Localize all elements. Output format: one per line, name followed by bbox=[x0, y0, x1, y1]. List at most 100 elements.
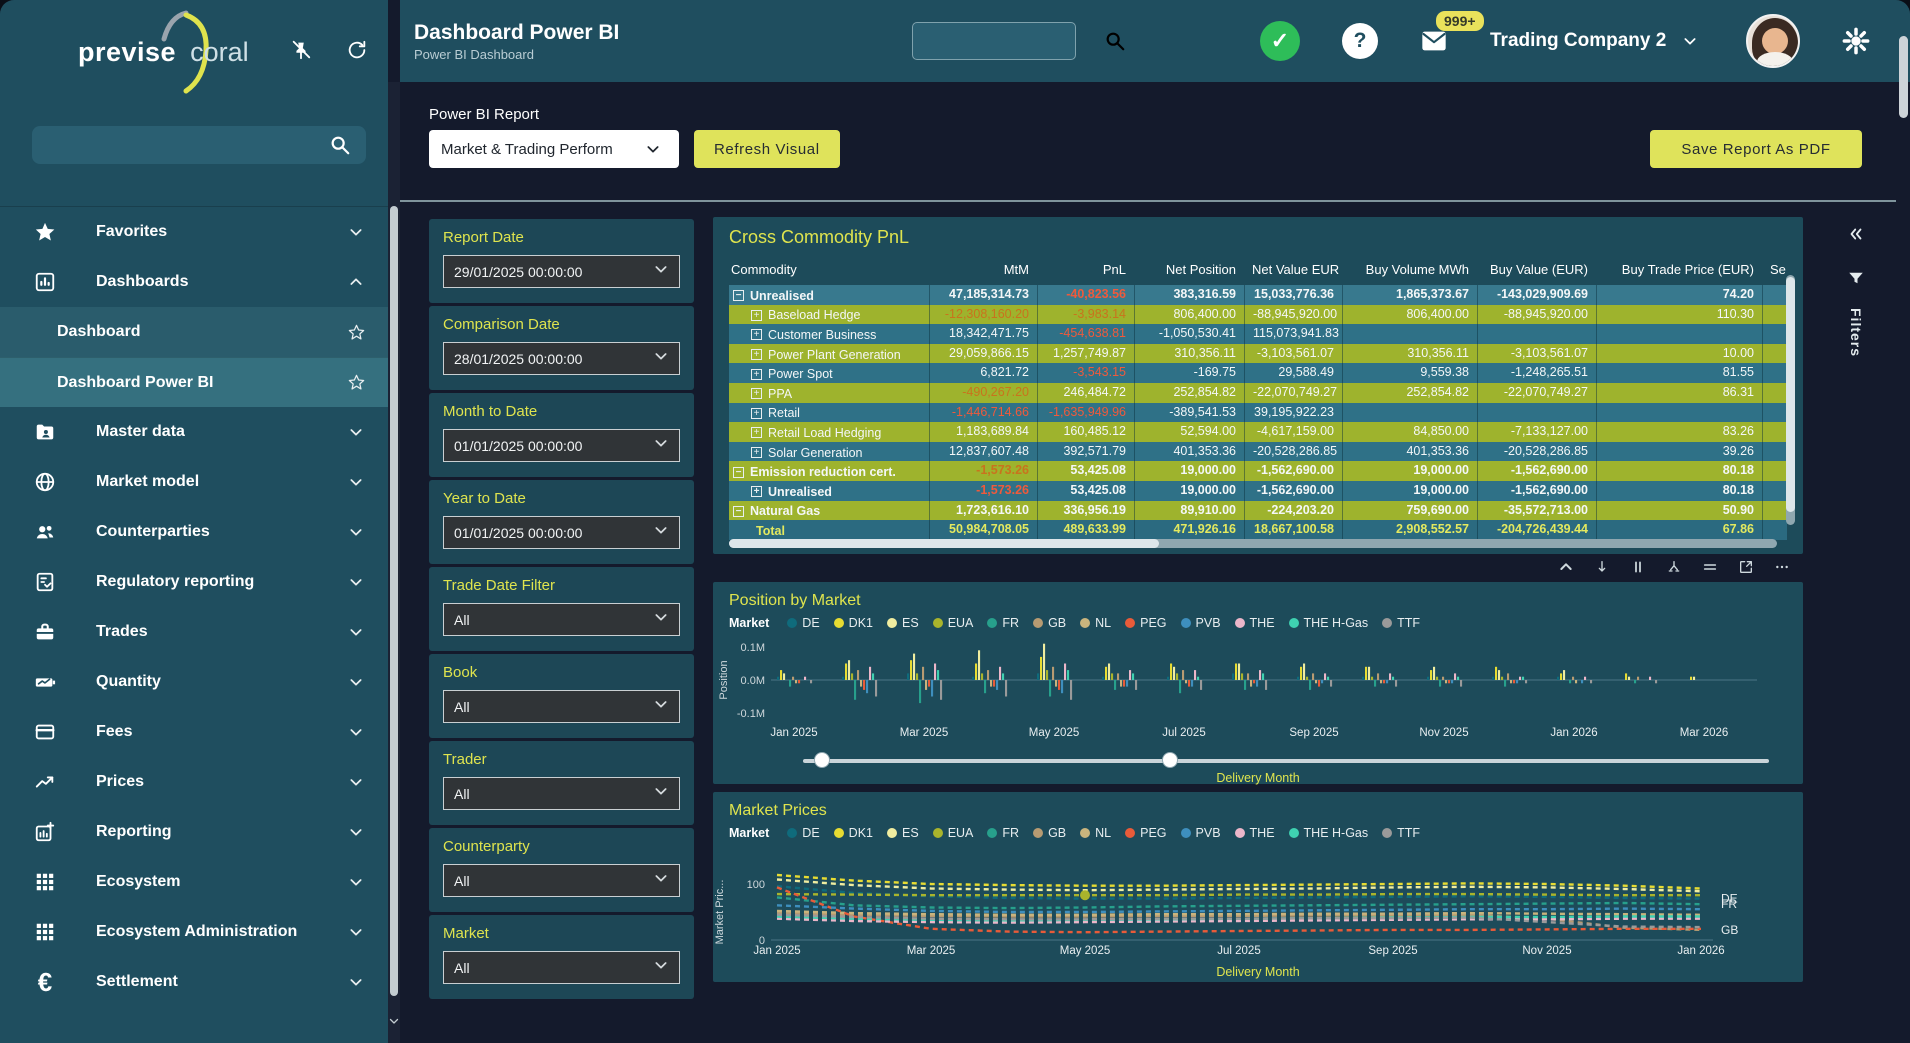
column-header[interactable]: Buy Trade Price (EUR) bbox=[1596, 256, 1762, 285]
table-row-unrealised[interactable]: −Unrealised47,185,314.73-40,823.56383,31… bbox=[729, 285, 1787, 305]
sidebar-item-ecosystem-administration[interactable]: Ecosystem Administration bbox=[0, 907, 388, 957]
gear-icon[interactable] bbox=[1842, 27, 1870, 55]
column-header[interactable]: Buy Value (EUR) bbox=[1477, 256, 1596, 285]
chevron-down-icon[interactable] bbox=[346, 974, 366, 990]
sidebar-item-ecosystem[interactable]: Ecosystem bbox=[0, 857, 388, 907]
favorite-star-icon[interactable] bbox=[346, 323, 366, 342]
slider-track[interactable] bbox=[803, 759, 1769, 763]
sidebar-search[interactable] bbox=[32, 126, 366, 164]
sidebar-item-dashboards[interactable]: Dashboards bbox=[0, 257, 388, 307]
legend-item-nl[interactable]: NL bbox=[1080, 616, 1111, 630]
drill-up-icon[interactable] bbox=[1557, 558, 1575, 576]
help-icon[interactable]: ? bbox=[1342, 23, 1378, 59]
sidebar-item-market-model[interactable]: Market model bbox=[0, 457, 388, 507]
legend-item-ttf[interactable]: TTF bbox=[1382, 826, 1420, 840]
expand-toggle-icon[interactable]: + bbox=[751, 486, 762, 497]
legend-item-peg[interactable]: PEG bbox=[1125, 826, 1166, 840]
expand-filters-icon[interactable] bbox=[1842, 220, 1870, 248]
expand-toggle-icon[interactable]: + bbox=[751, 310, 762, 321]
sidebar-item-master-data[interactable]: Master data bbox=[0, 407, 388, 457]
collapse-toggle-icon[interactable]: − bbox=[733, 467, 744, 478]
chevron-down-icon[interactable] bbox=[346, 524, 366, 540]
legend-item-nl[interactable]: NL bbox=[1080, 826, 1111, 840]
sidebar-scrollbar-thumb[interactable] bbox=[390, 206, 398, 996]
company-selector[interactable]: Trading Company 2 bbox=[1490, 27, 1704, 55]
legend-item-fr[interactable]: FR bbox=[987, 616, 1019, 630]
chevron-down-icon[interactable] bbox=[346, 424, 366, 440]
table-row-solar-generation[interactable]: +Solar Generation12,837,607.48392,571.79… bbox=[729, 442, 1787, 462]
legend-item-ttf[interactable]: TTF bbox=[1382, 616, 1420, 630]
table-horizontal-scrollbar[interactable] bbox=[729, 539, 1777, 548]
window-scrollbar-thumb[interactable] bbox=[1899, 36, 1908, 118]
table-row-natural-gas[interactable]: −Natural Gas1,723,616.10336,956.1989,910… bbox=[729, 501, 1787, 521]
window-scrollbar[interactable] bbox=[1899, 28, 1909, 1038]
sidebar-item-counterparties[interactable]: Counterparties bbox=[0, 507, 388, 557]
legend-item-es[interactable]: ES bbox=[887, 826, 919, 840]
legend-item-dk1[interactable]: DK1 bbox=[834, 616, 873, 630]
go-to-next-level-icon[interactable] bbox=[1629, 558, 1647, 576]
legend-item-the-h-gas[interactable]: THE H-Gas bbox=[1289, 826, 1369, 840]
column-header[interactable]: MtM bbox=[929, 256, 1037, 285]
expand-toggle-icon[interactable]: + bbox=[751, 408, 762, 419]
table-row-power-plant-generation[interactable]: +Power Plant Generation29,059,866.151,25… bbox=[729, 344, 1787, 364]
avatar[interactable] bbox=[1746, 14, 1800, 68]
notifications-button[interactable]: 999+ bbox=[1420, 27, 1448, 55]
collapse-toggle-icon[interactable]: − bbox=[733, 290, 744, 301]
column-header[interactable]: Net Value EUR bbox=[1244, 256, 1342, 285]
report-select[interactable]: Market & Trading Perform bbox=[429, 130, 679, 168]
column-header[interactable]: Buy Volume MWh bbox=[1342, 256, 1477, 285]
sidebar-search-input[interactable] bbox=[44, 137, 326, 154]
chevron-down-icon[interactable] bbox=[346, 724, 366, 740]
sidebar-item-reporting[interactable]: Reporting bbox=[0, 807, 388, 857]
chevron-up-icon[interactable] bbox=[346, 274, 366, 290]
sidebar-scrollbar[interactable] bbox=[388, 82, 400, 1043]
legend-item-es[interactable]: ES bbox=[887, 616, 919, 630]
filter-select[interactable]: 01/01/2025 00:00:00 bbox=[443, 516, 680, 549]
table-vertical-scrollbar[interactable] bbox=[1786, 275, 1795, 525]
legend-item-eua[interactable]: EUA bbox=[933, 826, 974, 840]
expand-toggle-icon[interactable]: + bbox=[751, 329, 762, 340]
legend-item-dk1[interactable]: DK1 bbox=[834, 826, 873, 840]
table-row-emission-reduction-cert-[interactable]: −Emission reduction cert.-1,573.2653,425… bbox=[729, 461, 1787, 481]
chevron-down-icon[interactable] bbox=[346, 774, 366, 790]
legend-item-de[interactable]: DE bbox=[787, 826, 819, 840]
chevron-down-icon[interactable] bbox=[346, 474, 366, 490]
filter-funnel-icon[interactable] bbox=[1842, 264, 1870, 292]
chevron-down-icon[interactable] bbox=[346, 624, 366, 640]
scrollbar-down-icon[interactable] bbox=[388, 1013, 400, 1029]
favorite-star-icon[interactable] bbox=[346, 373, 366, 392]
legend-item-the[interactable]: THE bbox=[1235, 826, 1275, 840]
table-row-ppa[interactable]: +PPA-490,267.20246,484.72252,854.82-22,0… bbox=[729, 383, 1787, 403]
filter-select[interactable]: All bbox=[443, 777, 680, 810]
table-row-retail-load-hedging[interactable]: +Retail Load Hedging1,183,689.84160,485.… bbox=[729, 422, 1787, 442]
chevron-down-icon[interactable] bbox=[346, 874, 366, 890]
unpin-sidebar-icon[interactable] bbox=[287, 36, 315, 64]
legend-item-gb[interactable]: GB bbox=[1033, 616, 1066, 630]
legend-item-gb[interactable]: GB bbox=[1033, 826, 1066, 840]
status-check-icon[interactable]: ✓ bbox=[1260, 21, 1300, 61]
column-header[interactable]: Net Position bbox=[1134, 256, 1244, 285]
chevron-down-icon[interactable] bbox=[346, 574, 366, 590]
drill-down-icon[interactable] bbox=[1593, 558, 1611, 576]
refresh-visual-button[interactable]: Refresh Visual bbox=[694, 130, 840, 168]
table-row-retail[interactable]: +Retail-1,446,714.66-1,635,949.96-389,54… bbox=[729, 403, 1787, 423]
more-options-icon[interactable] bbox=[1773, 558, 1791, 576]
expand-all-icon[interactable] bbox=[1665, 558, 1683, 576]
sidebar-item-regulatory-reporting[interactable]: Regulatory reporting bbox=[0, 557, 388, 607]
collapse-toggle-icon[interactable]: − bbox=[733, 506, 744, 517]
focus-mode-icon[interactable] bbox=[1737, 558, 1755, 576]
legend-item-the[interactable]: THE bbox=[1235, 616, 1275, 630]
chevron-down-icon[interactable] bbox=[346, 924, 366, 940]
legend-item-fr[interactable]: FR bbox=[987, 826, 1019, 840]
legend-item-de[interactable]: DE bbox=[787, 616, 819, 630]
expand-toggle-icon[interactable]: + bbox=[751, 349, 762, 360]
global-search[interactable] bbox=[912, 22, 1076, 60]
legend-item-eua[interactable]: EUA bbox=[933, 616, 974, 630]
global-search-input[interactable] bbox=[923, 33, 1104, 49]
chevron-down-icon[interactable] bbox=[346, 224, 366, 240]
expand-toggle-icon[interactable]: + bbox=[751, 427, 762, 438]
filter-select[interactable]: 01/01/2025 00:00:00 bbox=[443, 429, 680, 462]
filter-select[interactable]: 29/01/2025 00:00:00 bbox=[443, 255, 680, 288]
sidebar-item-dashboard[interactable]: Dashboard bbox=[0, 307, 388, 357]
chevron-down-icon[interactable] bbox=[346, 674, 366, 690]
